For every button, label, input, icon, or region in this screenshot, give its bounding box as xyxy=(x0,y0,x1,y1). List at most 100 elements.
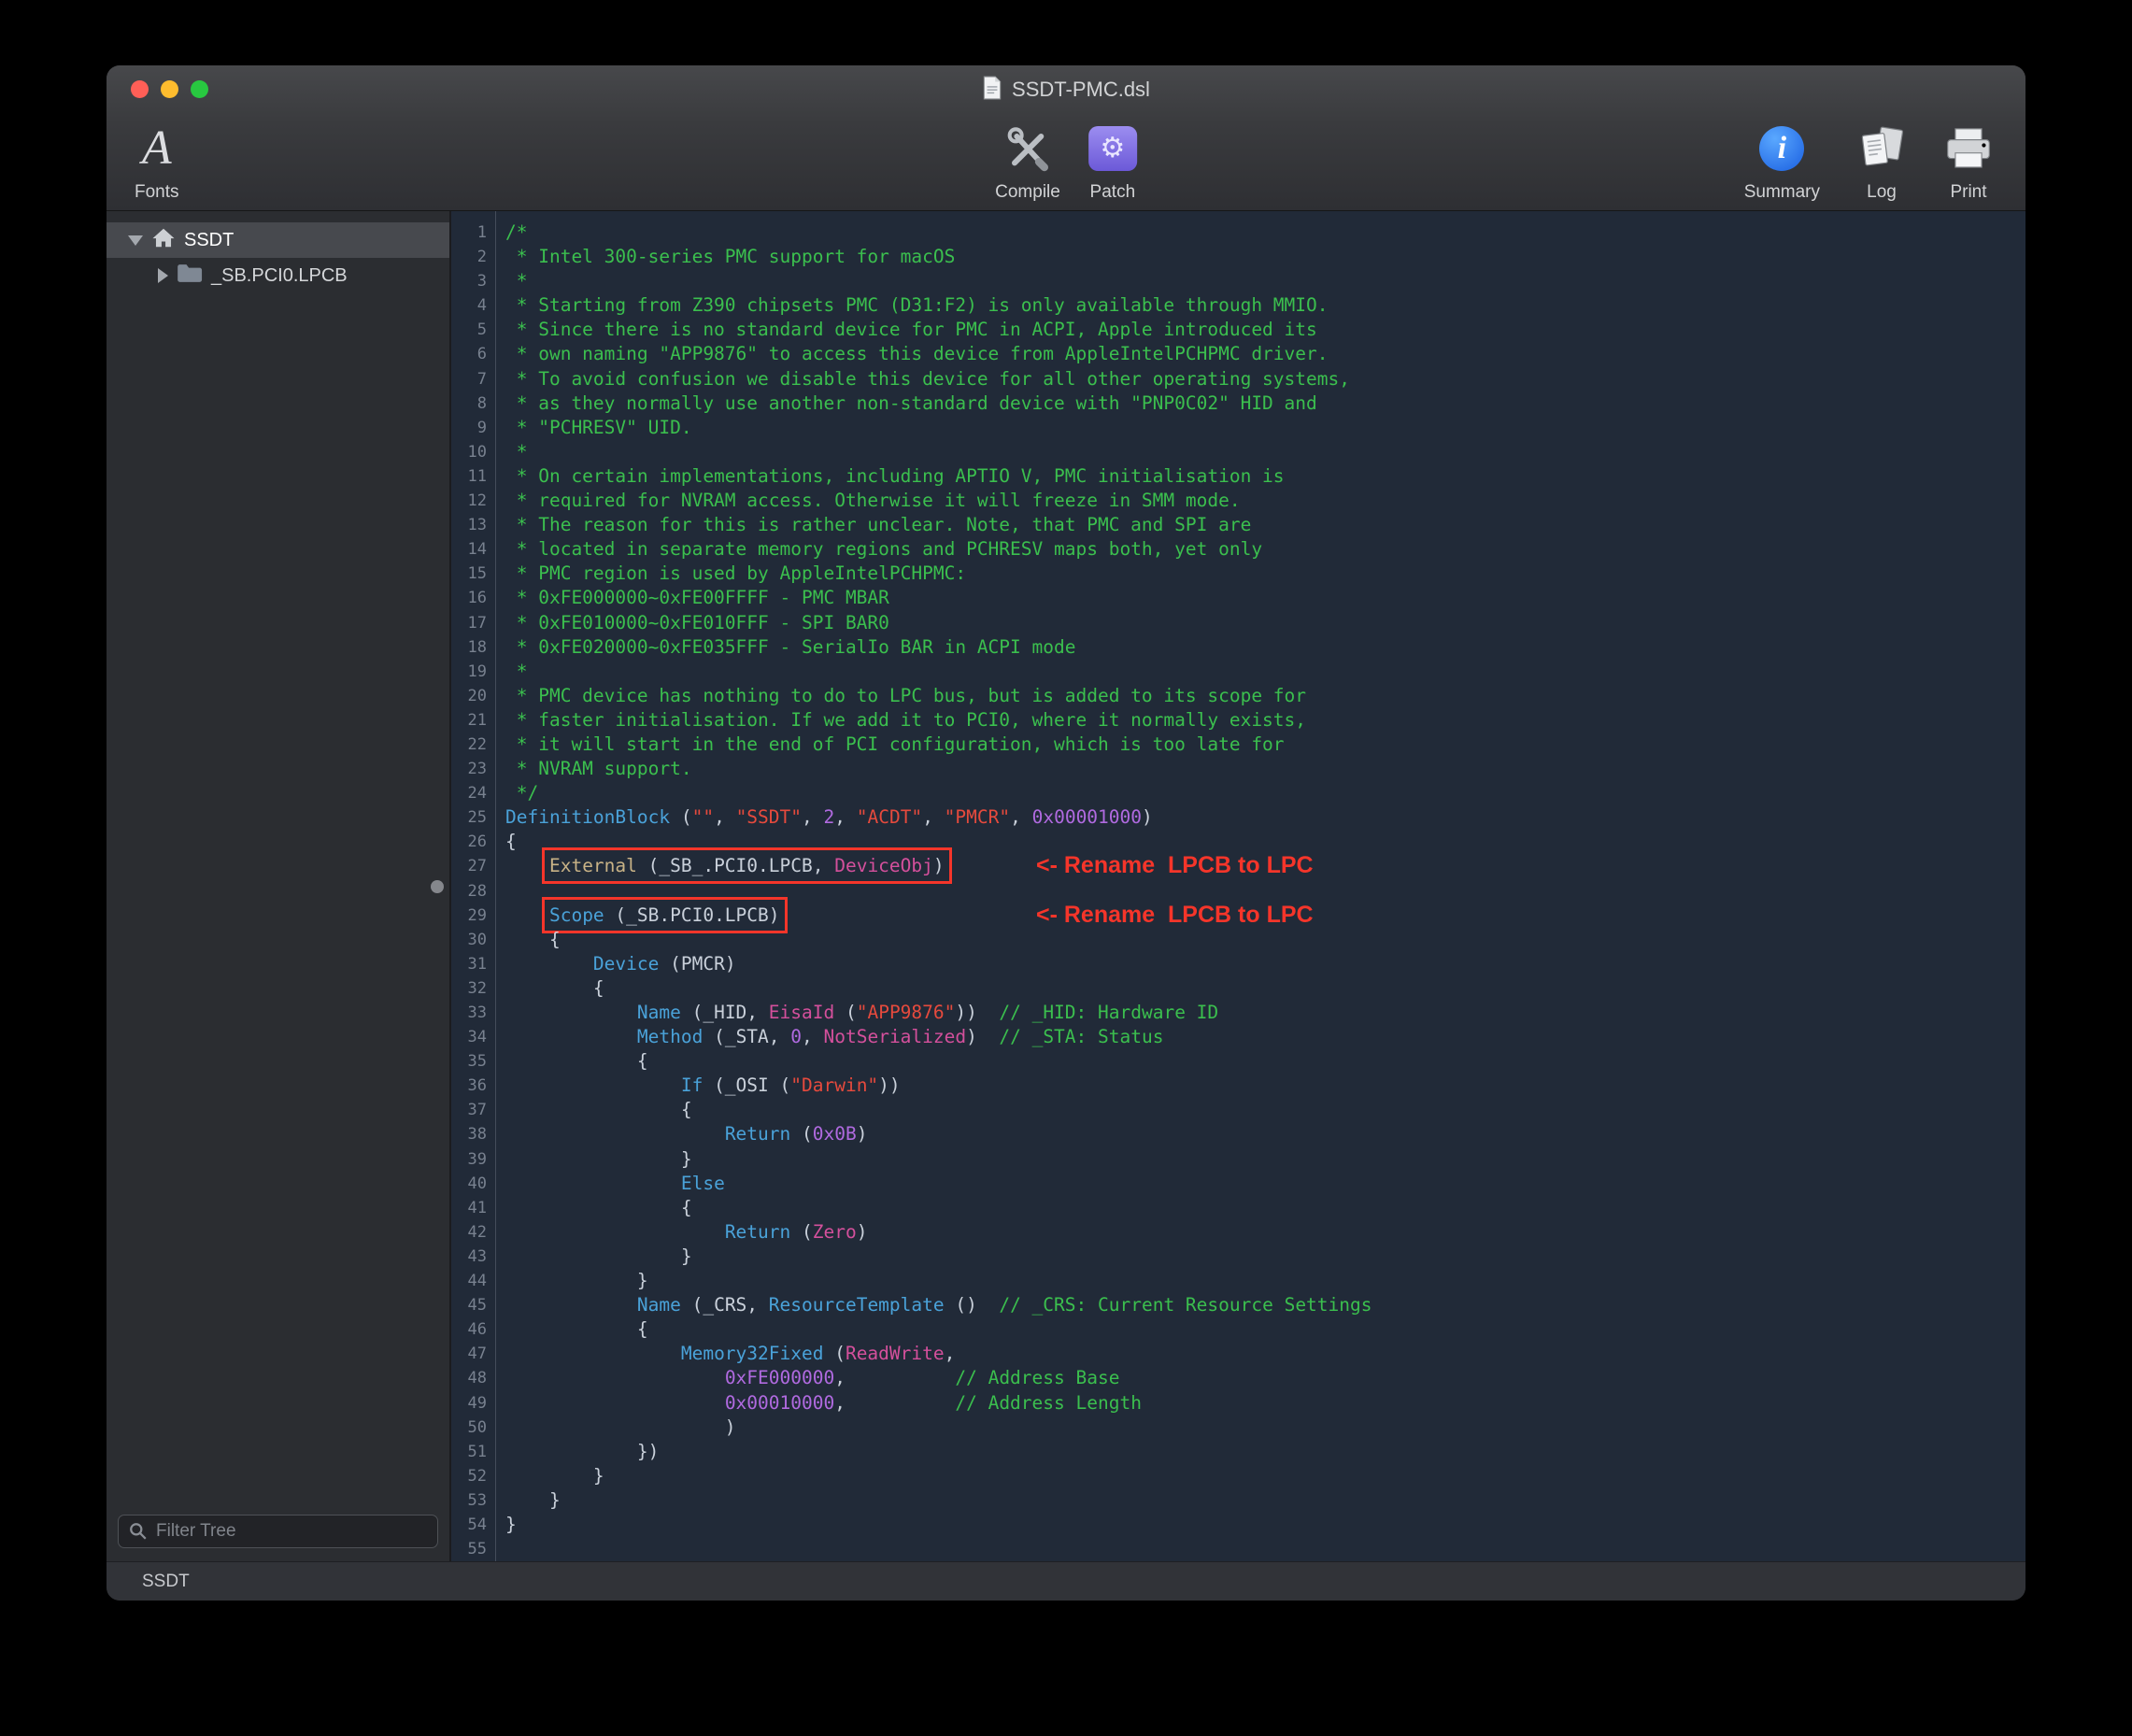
line-number: 47 xyxy=(449,1342,487,1366)
line-number: 48 xyxy=(449,1366,487,1390)
toolbar: A Fonts xyxy=(107,113,2025,210)
code-line: * "PCHRESV" UID. xyxy=(505,416,2025,440)
line-number: 40 xyxy=(449,1172,487,1196)
code-line: Return (0x0B) xyxy=(505,1122,2025,1146)
line-number: 39 xyxy=(449,1147,487,1172)
code-line: Device (PMCR) xyxy=(505,952,2025,976)
code-line: * On certain implementations, including … xyxy=(505,464,2025,489)
line-number: 41 xyxy=(449,1196,487,1220)
line-number: 33 xyxy=(449,1001,487,1025)
line-number: 25 xyxy=(449,805,487,830)
line-number: 11 xyxy=(449,464,487,489)
annotation-highlight-box: Scope (_SB.PCI0.LPCB) xyxy=(549,904,780,926)
pane-divider xyxy=(449,211,451,1561)
code-line: } xyxy=(505,1245,2025,1269)
fonts-button[interactable]: A Fonts xyxy=(135,121,179,203)
line-number: 54 xyxy=(449,1513,487,1537)
code-line: Method (_STA, 0, NotSerialized) // _STA:… xyxy=(505,1025,2025,1049)
status-text: SSDT xyxy=(142,1572,190,1592)
line-number: 9 xyxy=(449,416,487,440)
pages-icon xyxy=(1857,121,1906,176)
code-line: * 0xFE010000~0xFE010FFF - SPI BAR0 xyxy=(505,611,2025,635)
code-line: * it will start in the end of PCI config… xyxy=(505,733,2025,757)
line-number: 42 xyxy=(449,1220,487,1245)
annotation-text: <- Rename LPCB to LPC xyxy=(1036,853,1314,877)
zoom-button[interactable] xyxy=(191,80,208,98)
code-line xyxy=(505,879,2025,904)
main-split: SSDT _SB.PCI0.LPCB xyxy=(107,211,2025,1561)
disclosure-open-icon[interactable] xyxy=(128,235,143,246)
tree-item-ssdt[interactable]: SSDT xyxy=(107,222,449,258)
code-line: { xyxy=(505,976,2025,1001)
line-number: 53 xyxy=(449,1488,487,1513)
line-number: 52 xyxy=(449,1464,487,1488)
compile-label: Compile xyxy=(995,182,1060,203)
print-button[interactable]: Print xyxy=(1943,121,1994,203)
code-editor[interactable]: 1234567891011121314151617181920212223242… xyxy=(449,211,2025,1561)
code-line: */ xyxy=(505,781,2025,805)
code-line: * located in separate memory regions and… xyxy=(505,537,2025,562)
splitter-handle[interactable] xyxy=(431,880,444,893)
line-number: 46 xyxy=(449,1317,487,1342)
code-line: } xyxy=(505,1147,2025,1172)
code-line: }) xyxy=(505,1440,2025,1464)
code-line: * 0xFE000000~0xFE00FFFF - PMC MBAR xyxy=(505,586,2025,610)
line-number: 43 xyxy=(449,1245,487,1269)
titlebar[interactable]: SSDT-PMC.dsl xyxy=(107,65,2025,114)
code-line: Scope (_SB.PCI0.LPCB)<- Rename LPCB to L… xyxy=(505,904,2025,928)
window-title: SSDT-PMC.dsl xyxy=(1012,78,1150,102)
disclosure-closed-icon[interactable] xyxy=(158,268,168,283)
code-line: * as they normally use another non-stand… xyxy=(505,391,2025,416)
tools-icon xyxy=(1003,121,1052,176)
code-line: * 0xFE020000~0xFE035FFF - SerialIo BAR i… xyxy=(505,635,2025,660)
line-number: 5 xyxy=(449,318,487,342)
printer-icon xyxy=(1943,121,1994,176)
line-number: 50 xyxy=(449,1416,487,1440)
code-line: 0x00010000, // Address Length xyxy=(505,1391,2025,1416)
folder-icon xyxy=(177,263,203,289)
code-line: { xyxy=(505,1196,2025,1220)
code-line: } xyxy=(505,1269,2025,1293)
compile-button[interactable]: Compile xyxy=(995,121,1060,203)
filter-tree-input[interactable] xyxy=(118,1515,438,1548)
line-number: 6 xyxy=(449,342,487,366)
code-line: DefinitionBlock ("", "SSDT", 2, "ACDT", … xyxy=(505,805,2025,830)
patch-button[interactable]: ⚙ Patch xyxy=(1088,121,1137,203)
code-line: } xyxy=(505,1464,2025,1488)
log-button[interactable]: Log xyxy=(1857,121,1906,203)
code-line: Else xyxy=(505,1172,2025,1196)
line-number: 32 xyxy=(449,976,487,1001)
summary-button[interactable]: i Summary xyxy=(1744,121,1820,203)
line-number: 27 xyxy=(449,854,487,878)
line-number: 30 xyxy=(449,928,487,952)
code-line: * NVRAM support. xyxy=(505,757,2025,781)
line-number: 1 xyxy=(449,221,487,245)
line-number: 22 xyxy=(449,733,487,757)
line-number: 45 xyxy=(449,1293,487,1317)
document-icon xyxy=(982,76,1002,105)
code-line: /* xyxy=(505,221,2025,245)
line-number: 28 xyxy=(449,879,487,904)
fonts-icon: A xyxy=(142,124,172,173)
line-number: 38 xyxy=(449,1122,487,1146)
home-icon xyxy=(151,227,176,254)
minimize-button[interactable] xyxy=(161,80,178,98)
window-chrome: SSDT-PMC.dsl A Fonts xyxy=(107,65,2025,211)
code-line: { xyxy=(505,1049,2025,1074)
status-bar: SSDT xyxy=(107,1561,2025,1601)
code-line: * required for NVRAM access. Otherwise i… xyxy=(505,489,2025,513)
line-number: 17 xyxy=(449,611,487,635)
close-button[interactable] xyxy=(131,80,149,98)
line-number: 4 xyxy=(449,293,487,318)
line-number: 49 xyxy=(449,1391,487,1416)
code-line: * PMC device has nothing to do to LPC bu… xyxy=(505,684,2025,708)
code-line: Name (_HID, EisaId ("APP9876")) // _HID:… xyxy=(505,1001,2025,1025)
fonts-label: Fonts xyxy=(135,182,179,203)
tree-item-lpcb[interactable]: _SB.PCI0.LPCB xyxy=(107,258,449,293)
patch-label: Patch xyxy=(1090,182,1136,203)
annotation-highlight-box: External (_SB_.PCI0.LPCB, DeviceObj) xyxy=(549,855,945,876)
window-title-group: SSDT-PMC.dsl xyxy=(982,76,1150,105)
line-number: 23 xyxy=(449,757,487,781)
line-number: 34 xyxy=(449,1025,487,1049)
code-line: Name (_CRS, ResourceTemplate () // _CRS:… xyxy=(505,1293,2025,1317)
